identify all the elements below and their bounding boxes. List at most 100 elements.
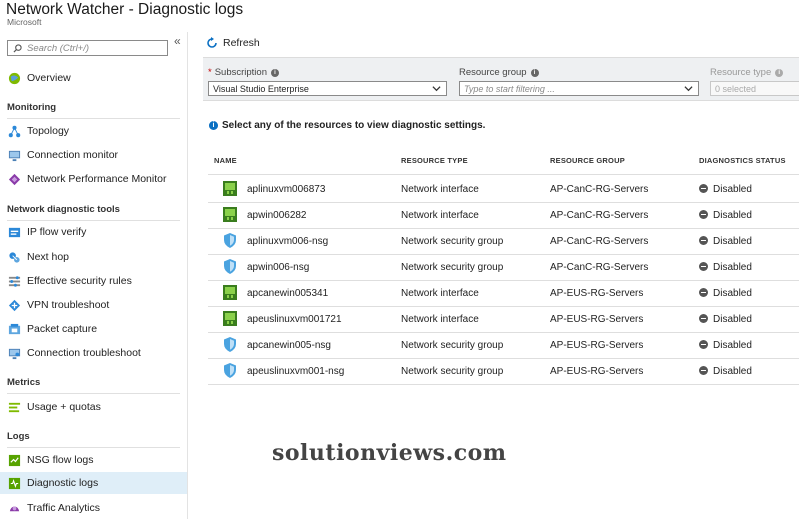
topology-icon bbox=[7, 124, 21, 138]
row-resource-group: AP-CanC-RG-Servers bbox=[550, 262, 649, 273]
sidebar-item-label: Next hop bbox=[27, 251, 70, 263]
sidebar-item-label: IP flow verify bbox=[27, 226, 87, 238]
refresh-button[interactable]: Refresh bbox=[206, 37, 260, 49]
ip-flow-icon bbox=[7, 225, 21, 239]
packet-capture-icon bbox=[7, 322, 21, 336]
disabled-status-icon bbox=[699, 366, 708, 375]
subscription-value: Visual Studio Enterprise bbox=[213, 83, 309, 94]
nic-icon bbox=[223, 207, 237, 222]
resource-type-label: Resource type i bbox=[710, 67, 784, 78]
shield-icon bbox=[223, 259, 237, 274]
row-diagnostics-status: Disabled bbox=[699, 340, 752, 351]
row-name: apwin006-nsg bbox=[247, 262, 310, 273]
shield-icon bbox=[223, 363, 237, 378]
sidebar-item-traffic-analytics[interactable]: Traffic Analytics bbox=[0, 497, 187, 519]
sidebar-item-vpn-troubleshoot[interactable]: VPN troubleshoot bbox=[0, 294, 187, 316]
chevron-down-icon bbox=[432, 86, 441, 92]
sidebar-item-nsg-flow-logs[interactable]: NSG flow logs bbox=[0, 449, 187, 471]
main-content: Refresh * Subscription i Visual Studio E… bbox=[188, 32, 799, 519]
disabled-status-icon bbox=[699, 184, 708, 193]
row-name: apcanewin005-nsg bbox=[247, 340, 331, 351]
row-diagnostics-status: Disabled bbox=[699, 236, 752, 247]
row-resource-type: Network interface bbox=[401, 184, 479, 195]
resource-type-value: 0 selected bbox=[715, 83, 757, 94]
table-row[interactable]: apcanewin005-nsg Network security group AP… bbox=[208, 333, 799, 359]
row-resource-type: Network security group bbox=[401, 340, 504, 351]
info-icon: i bbox=[270, 68, 279, 77]
table-row[interactable]: aplinuxvm006873 Network interface AP-CanC-… bbox=[208, 177, 799, 203]
security-rules-icon bbox=[7, 274, 21, 288]
sidebar-item-ip-flow-verify[interactable]: IP flow verify bbox=[0, 221, 187, 243]
row-diagnostics-status: Disabled bbox=[699, 210, 752, 221]
row-resource-group: AP-EUS-RG-Servers bbox=[550, 366, 644, 377]
search-input[interactable]: Search (Ctrl+/) bbox=[7, 40, 168, 56]
row-resource-group: AP-EUS-RG-Servers bbox=[550, 314, 644, 325]
row-resource-type: Network interface bbox=[401, 314, 479, 325]
column-resource-group: RESOURCE GROUP bbox=[550, 156, 625, 165]
section-monitoring: Monitoring bbox=[7, 102, 57, 113]
subscription-select[interactable]: Visual Studio Enterprise bbox=[208, 81, 447, 96]
status-text: Disabled bbox=[713, 262, 752, 273]
search-icon bbox=[13, 43, 22, 53]
sidebar-item-label: Network Performance Monitor bbox=[27, 173, 167, 185]
row-resource-group: AP-EUS-RG-Servers bbox=[550, 340, 644, 351]
collapse-sidebar-icon[interactable]: « bbox=[174, 34, 181, 48]
row-resource-group: AP-CanC-RG-Servers bbox=[550, 184, 649, 195]
section-metrics: Metrics bbox=[7, 377, 41, 388]
page-title: Network Watcher - Diagnostic logs bbox=[6, 1, 244, 18]
status-text: Disabled bbox=[713, 340, 752, 351]
nic-icon bbox=[223, 285, 237, 300]
sidebar-item-label: Usage + quotas bbox=[27, 401, 101, 413]
sidebar-item-label: Connection monitor bbox=[27, 149, 119, 161]
page-subtitle: Microsoft bbox=[7, 17, 42, 27]
table-row[interactable]: aplinuxvm006-nsg Network security group AP… bbox=[208, 229, 799, 255]
row-resource-group: AP-CanC-RG-Servers bbox=[550, 210, 649, 221]
sidebar-item-next-hop[interactable]: Next hop bbox=[0, 246, 187, 268]
sidebar-item-label: Packet capture bbox=[27, 323, 98, 335]
sidebar-item-topology[interactable]: Topology bbox=[0, 120, 187, 142]
section-logs: Logs bbox=[7, 431, 30, 442]
sidebar-item-label: NSG flow logs bbox=[27, 454, 94, 466]
resource-group-label: Resource group i bbox=[459, 67, 539, 78]
table-row[interactable]: apwin006-nsg Network security group AP-Can… bbox=[208, 255, 799, 281]
sidebar-item-network-performance-monitor[interactable]: Network Performance Monitor bbox=[0, 168, 187, 190]
shield-icon bbox=[223, 233, 237, 248]
section-divider bbox=[7, 118, 180, 119]
column-diagnostics-status: DIAGNOSTICS STATUS bbox=[699, 156, 786, 165]
sidebar-item-connection-troubleshoot[interactable]: Connection troubleshoot bbox=[0, 342, 187, 364]
chevron-down-icon bbox=[684, 86, 693, 92]
monitor-icon bbox=[7, 148, 21, 162]
usage-icon bbox=[7, 400, 21, 414]
row-resource-type: Network interface bbox=[401, 288, 479, 299]
row-resource-type: Network security group bbox=[401, 236, 504, 247]
table-row[interactable]: apcanewin005341 Network interface AP-EUS-R… bbox=[208, 281, 799, 307]
row-name: apeuslinuxvm001-nsg bbox=[247, 366, 345, 377]
status-text: Disabled bbox=[713, 314, 752, 325]
sidebar-item-connection-monitor[interactable]: Connection monitor bbox=[0, 144, 187, 166]
resource-type-select[interactable]: 0 selected bbox=[710, 81, 799, 96]
row-resource-group: AP-EUS-RG-Servers bbox=[550, 288, 644, 299]
disabled-status-icon bbox=[699, 288, 708, 297]
refresh-label: Refresh bbox=[223, 37, 260, 49]
sidebar-item-packet-capture[interactable]: Packet capture bbox=[0, 318, 187, 340]
table-row[interactable]: apwin006282 Network interface AP-CanC-RG-S… bbox=[208, 203, 799, 229]
status-text: Disabled bbox=[713, 366, 752, 377]
table-row[interactable]: apeuslinuxvm001-nsg Network security grou… bbox=[208, 359, 799, 385]
sidebar-item-label: Connection troubleshoot bbox=[27, 347, 141, 359]
table-divider bbox=[208, 174, 799, 175]
info-hint: i Select any of the resources to view di… bbox=[209, 120, 485, 131]
nic-icon bbox=[223, 311, 237, 326]
diamond-icon bbox=[7, 172, 21, 186]
sidebar-item-effective-security-rules[interactable]: Effective security rules bbox=[0, 270, 187, 292]
disabled-status-icon bbox=[699, 210, 708, 219]
table-row[interactable]: apeuslinuxvm001721 Network interface AP-EU… bbox=[208, 307, 799, 333]
resource-group-select[interactable]: Type to start filtering ... bbox=[459, 81, 699, 96]
sidebar-item-overview[interactable]: Overview bbox=[0, 67, 187, 89]
subscription-label-text: Subscription bbox=[214, 67, 267, 78]
nic-icon bbox=[223, 181, 237, 196]
sidebar-item-diagnostic-logs[interactable]: Diagnostic logs bbox=[0, 472, 187, 494]
sidebar-item-label: Overview bbox=[27, 72, 71, 84]
subscription-label: * Subscription i bbox=[208, 67, 279, 78]
diagnostic-logs-icon bbox=[7, 476, 21, 490]
sidebar-item-usage-quotas[interactable]: Usage + quotas bbox=[0, 396, 187, 418]
